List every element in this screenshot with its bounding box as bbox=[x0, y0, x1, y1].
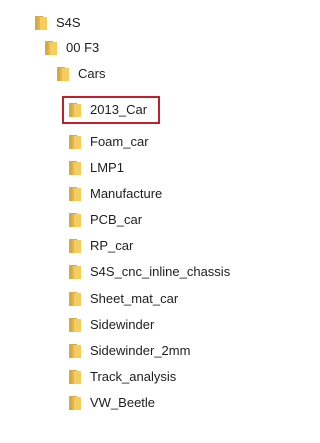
tree-node-label: LMP1 bbox=[90, 160, 124, 175]
tree-node-label: Sidewinder bbox=[90, 317, 155, 332]
folder-icon bbox=[69, 135, 81, 149]
tree-node-label: Track_analysis bbox=[90, 369, 177, 384]
tree-node-sidewinder[interactable]: Sidewinder bbox=[68, 314, 154, 336]
tree-node-foam-car[interactable]: Foam_car bbox=[68, 131, 149, 153]
tree-node-label: Sidewinder_2mm bbox=[90, 343, 191, 358]
tree-node-cars[interactable]: Cars bbox=[56, 63, 105, 85]
tree-node-label: Cars bbox=[78, 66, 106, 81]
tree-node-vw-beetle[interactable]: VW_Beetle bbox=[68, 392, 155, 414]
tree-node-manufacture[interactable]: Manufacture bbox=[68, 183, 162, 205]
tree-node-label: Sheet_mat_car bbox=[90, 291, 179, 306]
tree-node-track-analysis[interactable]: Track_analysis bbox=[68, 366, 176, 388]
folder-icon bbox=[69, 318, 81, 332]
folder-icon bbox=[69, 265, 81, 279]
tree-node-label: VW_Beetle bbox=[90, 395, 156, 410]
folder-icon bbox=[69, 161, 81, 175]
tree-node-label: PCB_car bbox=[90, 212, 143, 227]
tree-node-label: 00 F3 bbox=[66, 40, 100, 55]
tree-node-sheet-mat-car[interactable]: Sheet_mat_car bbox=[68, 288, 178, 310]
folder-tree: S4S 00 F3 Cars 2013_Car Foam_car LMP1 Ma… bbox=[0, 0, 299, 443]
tree-node-00-f3[interactable]: 00 F3 bbox=[44, 37, 99, 59]
tree-node-label: S4S bbox=[56, 15, 81, 30]
folder-icon bbox=[35, 16, 47, 30]
folder-icon bbox=[57, 67, 69, 81]
tree-node-label: Manufacture bbox=[90, 186, 163, 201]
tree-node-label: 2013_Car bbox=[90, 102, 148, 117]
tree-node-2013-car[interactable]: 2013_Car bbox=[68, 99, 147, 121]
folder-icon bbox=[69, 103, 81, 117]
folder-icon bbox=[69, 292, 81, 306]
tree-node-label: RP_car bbox=[90, 238, 134, 253]
folder-icon bbox=[69, 187, 81, 201]
folder-icon bbox=[45, 41, 57, 55]
tree-node-lmp1[interactable]: LMP1 bbox=[68, 157, 124, 179]
tree-node-rp-car[interactable]: RP_car bbox=[68, 235, 133, 257]
folder-icon bbox=[69, 370, 81, 384]
tree-node-s4s[interactable]: S4S bbox=[34, 12, 81, 34]
tree-node-label: Foam_car bbox=[90, 134, 149, 149]
tree-node-sidewinder-2mm[interactable]: Sidewinder_2mm bbox=[68, 340, 190, 362]
folder-icon bbox=[69, 213, 81, 227]
tree-node-pcb-car[interactable]: PCB_car bbox=[68, 209, 142, 231]
folder-icon bbox=[69, 396, 81, 410]
tree-node-label: S4S_cnc_inline_chassis bbox=[90, 264, 231, 279]
folder-icon bbox=[69, 239, 81, 253]
folder-icon bbox=[69, 344, 81, 358]
tree-node-s4s-cnc-inline-chassis[interactable]: S4S_cnc_inline_chassis bbox=[68, 261, 230, 283]
